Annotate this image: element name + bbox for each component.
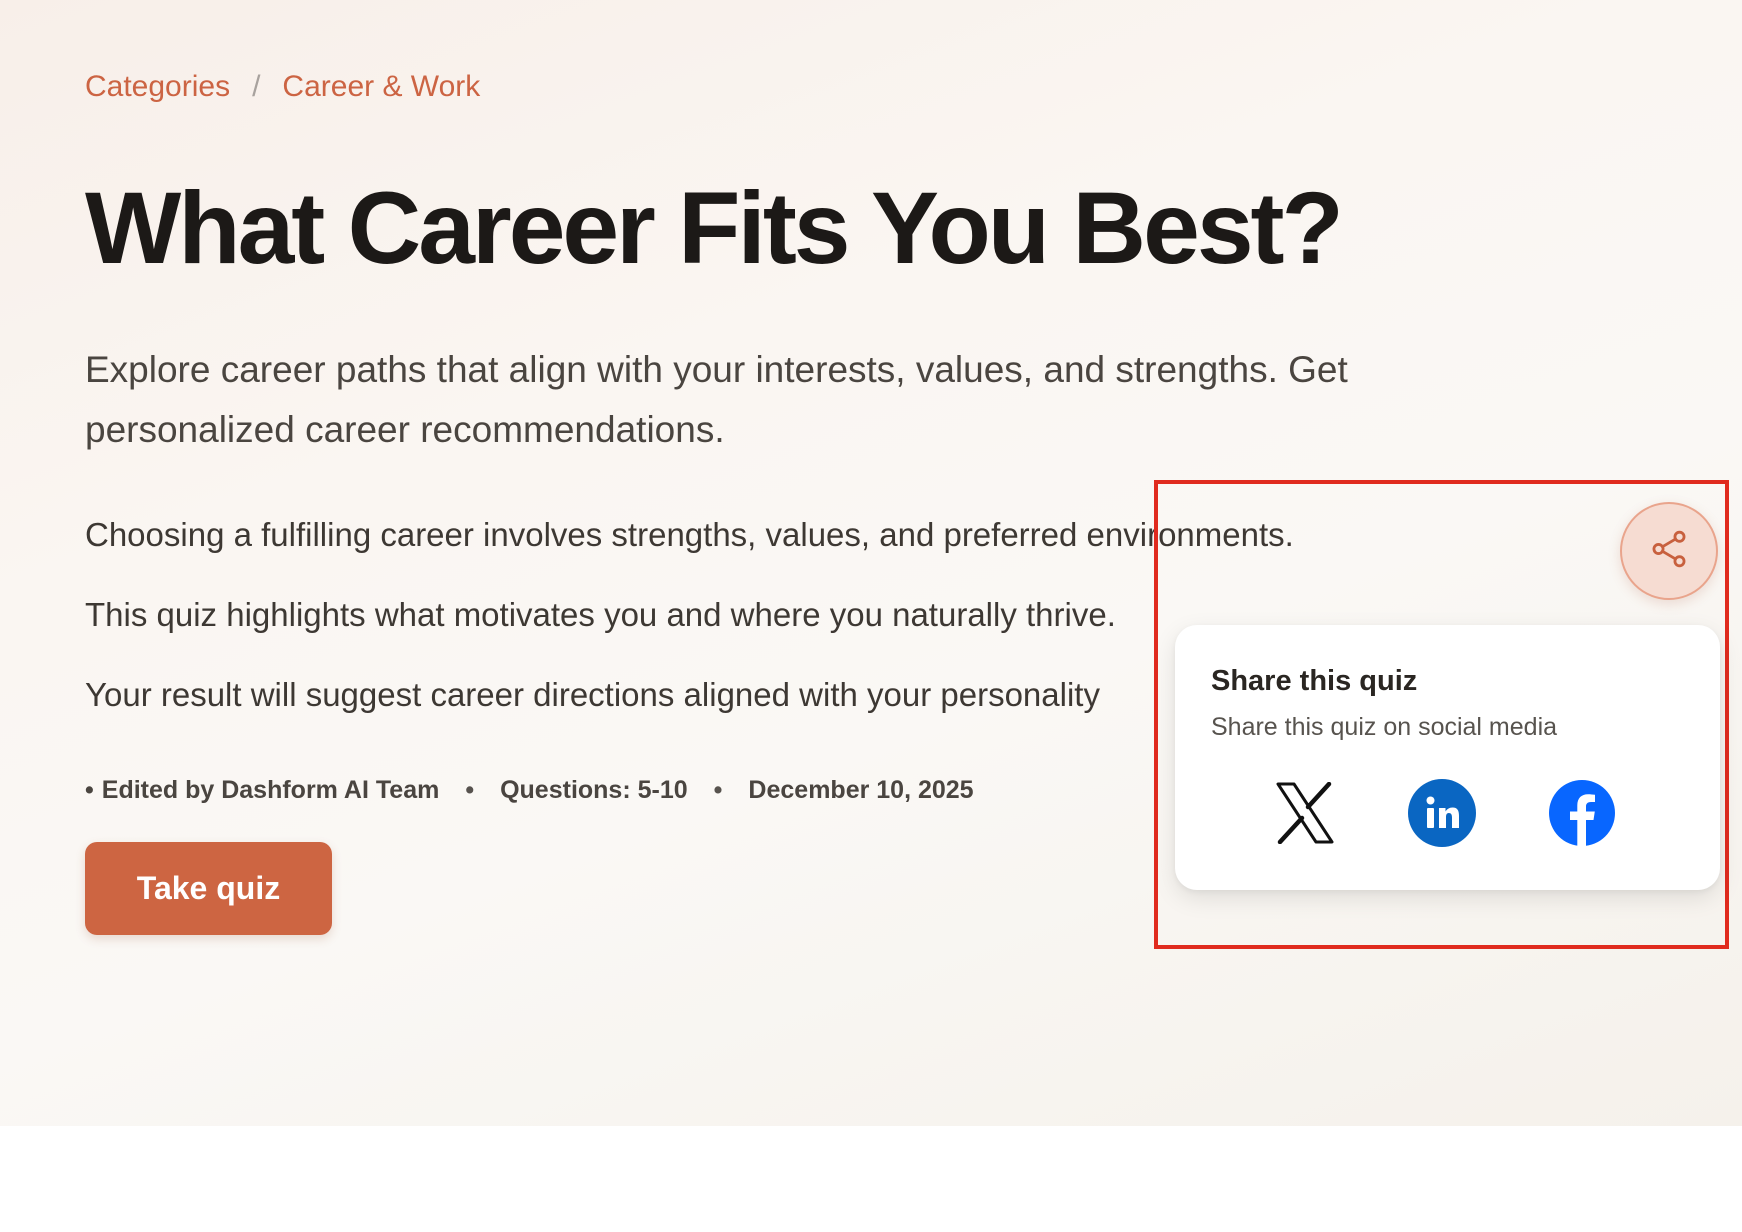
hero-section: Categories / Career & Work What Career F…: [0, 0, 1742, 1126]
meta-separator: •: [465, 776, 475, 804]
intro-paragraph-1: Choosing a fulfilling career involves st…: [85, 516, 1294, 553]
meta-date: December 10, 2025: [748, 776, 974, 804]
facebook-logo-icon: [1548, 779, 1616, 852]
share-popover-title: Share this quiz: [1211, 665, 1418, 697]
take-quiz-button[interactable]: Take quiz: [85, 842, 332, 935]
quiz-meta: • Edited by Dashform AI Team • Questions…: [85, 776, 974, 805]
meta-editor: Edited by Dashform AI Team: [101, 776, 440, 804]
linkedin-logo-icon: [1408, 778, 1476, 852]
share-popover-subtitle: Share this quiz on social media: [1211, 713, 1558, 741]
share-popover: Share this quiz Share this quiz on socia…: [1175, 625, 1720, 890]
breadcrumb: Categories / Career & Work: [85, 70, 480, 104]
meta-questions: Questions: 5-10: [500, 776, 688, 804]
breadcrumb-link-categories[interactable]: Categories: [85, 70, 230, 104]
intro-paragraph-2: This quiz highlights what motivates you …: [85, 596, 1116, 633]
x-logo-icon: [1275, 781, 1335, 849]
breadcrumb-separator: /: [252, 70, 261, 103]
share-x-button[interactable]: [1270, 780, 1340, 850]
intro-paragraph-3: Your result will suggest career directio…: [85, 676, 1100, 713]
share-linkedin-button[interactable]: [1407, 778, 1477, 852]
share-button[interactable]: [1620, 502, 1718, 600]
meta-separator: •: [713, 776, 723, 804]
share-icon: [1648, 528, 1690, 575]
breadcrumb-link-career-work[interactable]: Career & Work: [282, 70, 480, 104]
lead-description: Explore career paths that align with you…: [85, 349, 1348, 450]
page-title: What Career Fits You Best?: [85, 171, 1344, 285]
share-facebook-button[interactable]: [1547, 779, 1617, 852]
meta-bullet: •: [85, 776, 94, 804]
